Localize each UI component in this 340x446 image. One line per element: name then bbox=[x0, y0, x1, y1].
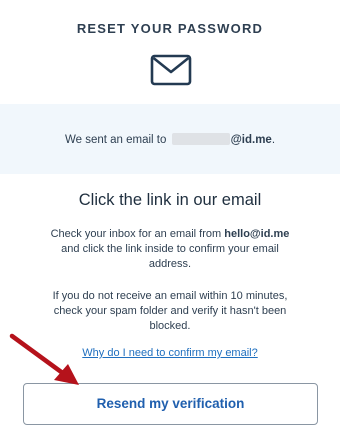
inbox-text-before: Check your inbox for an email from bbox=[50, 228, 225, 240]
resend-verification-button[interactable]: Resend my verification bbox=[23, 383, 318, 425]
redacted-email-username bbox=[171, 133, 230, 145]
sent-email-prefix: We sent an email to bbox=[64, 134, 170, 146]
instruction-heading: Click the link in our email bbox=[78, 191, 262, 209]
inbox-text-after: and click the link inside to confirm you… bbox=[61, 243, 279, 270]
instruction-paragraph-spam: If you do not receive an email within 10… bbox=[52, 290, 288, 332]
sent-email-message: We sent an email to @id.me. bbox=[0, 133, 340, 146]
instruction-paragraph-inbox: Check your inbox for an email from hello… bbox=[40, 227, 300, 272]
red-arrow-annotation bbox=[9, 333, 79, 385]
page-title: RESET YOUR PASSWORD bbox=[76, 21, 264, 36]
sent-email-suffix: . bbox=[271, 134, 276, 146]
sender-email: hello@id.me bbox=[224, 228, 290, 240]
envelope-icon bbox=[150, 54, 192, 86]
email-domain: @id.me bbox=[230, 134, 272, 146]
